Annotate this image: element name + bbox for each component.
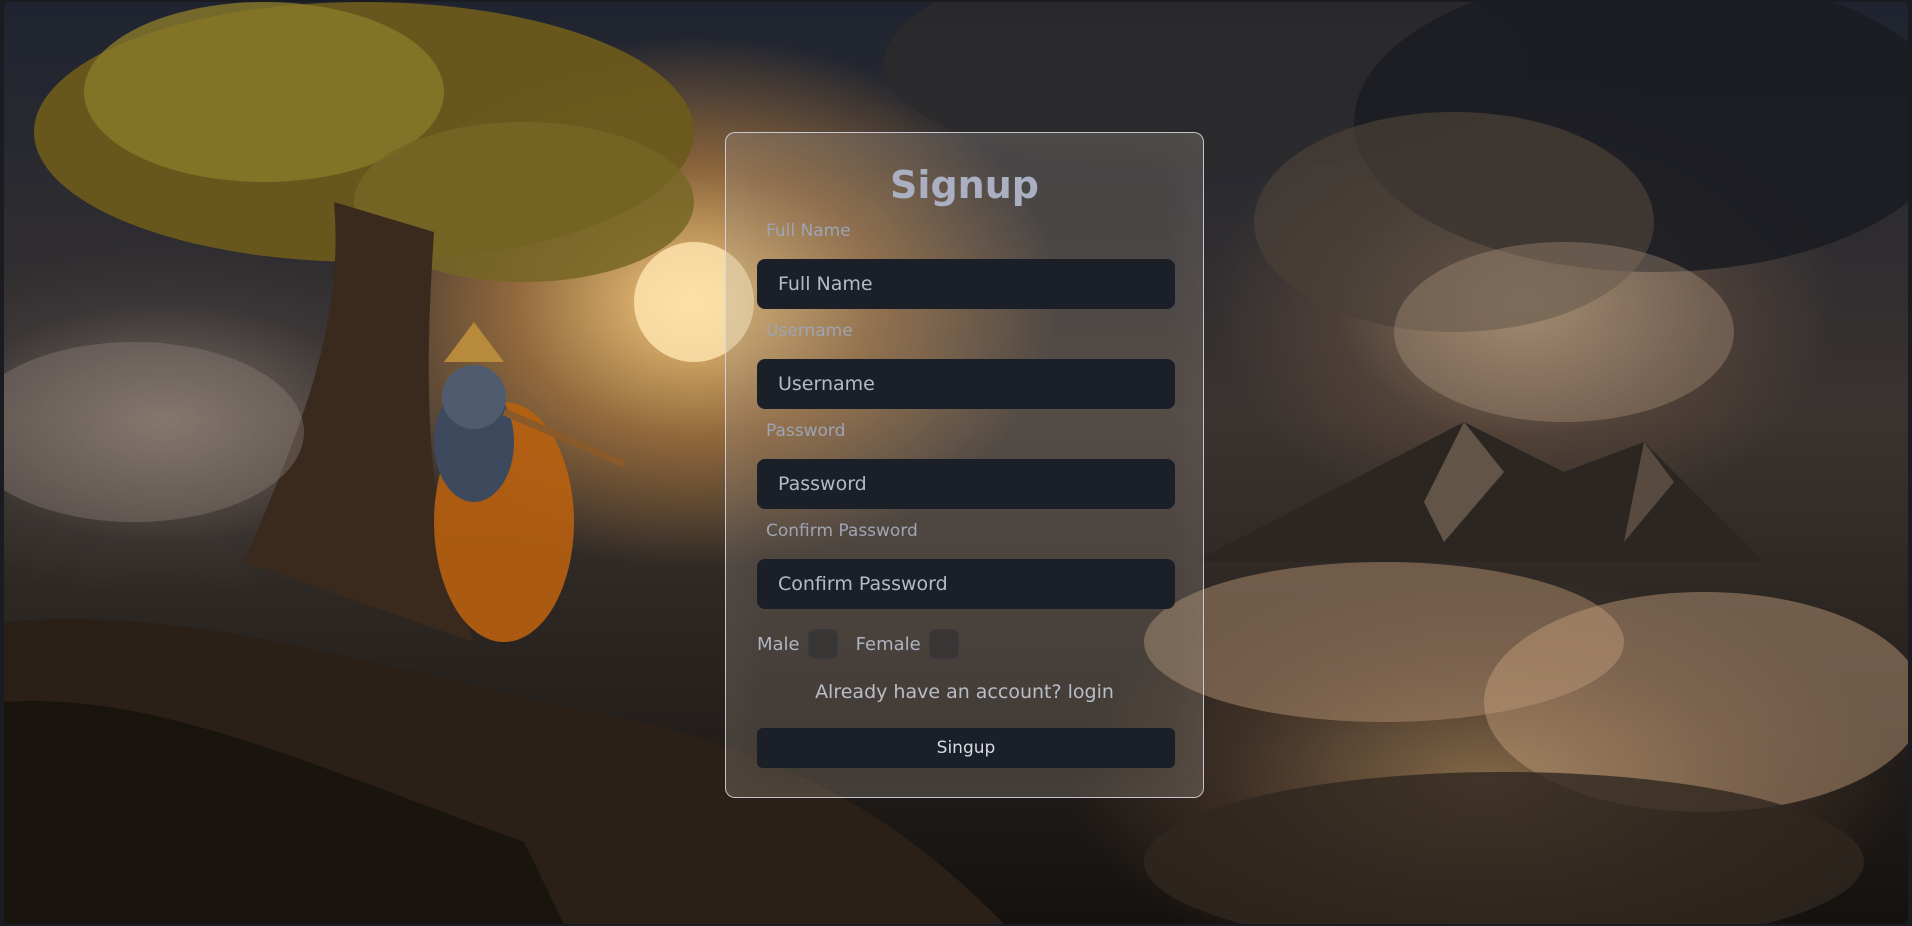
signup-card: Signup Full Name Username Password Confi… [725, 132, 1204, 798]
full-name-input[interactable] [757, 259, 1175, 309]
female-checkbox[interactable] [928, 629, 959, 659]
confirm-password-input[interactable] [757, 559, 1175, 609]
male-label: Male [757, 633, 800, 655]
username-label: Username [766, 321, 853, 341]
male-checkbox[interactable] [807, 629, 838, 659]
password-input[interactable] [757, 459, 1175, 509]
confirm-password-label: Confirm Password [766, 521, 918, 541]
full-name-label: Full Name [766, 221, 851, 241]
already-text: Already have an account? [815, 681, 1062, 703]
username-input[interactable] [757, 359, 1175, 409]
password-label: Password [766, 421, 846, 441]
login-prompt: Already have an account? login [726, 681, 1203, 703]
signup-button[interactable]: Singup [757, 728, 1175, 768]
background-artwork: Signup Full Name Username Password Confi… [4, 2, 1908, 924]
gender-selector: Male Female [757, 629, 969, 659]
login-link[interactable]: login [1068, 681, 1114, 703]
signup-title: Signup [890, 163, 1039, 207]
female-label: Female [855, 633, 921, 655]
